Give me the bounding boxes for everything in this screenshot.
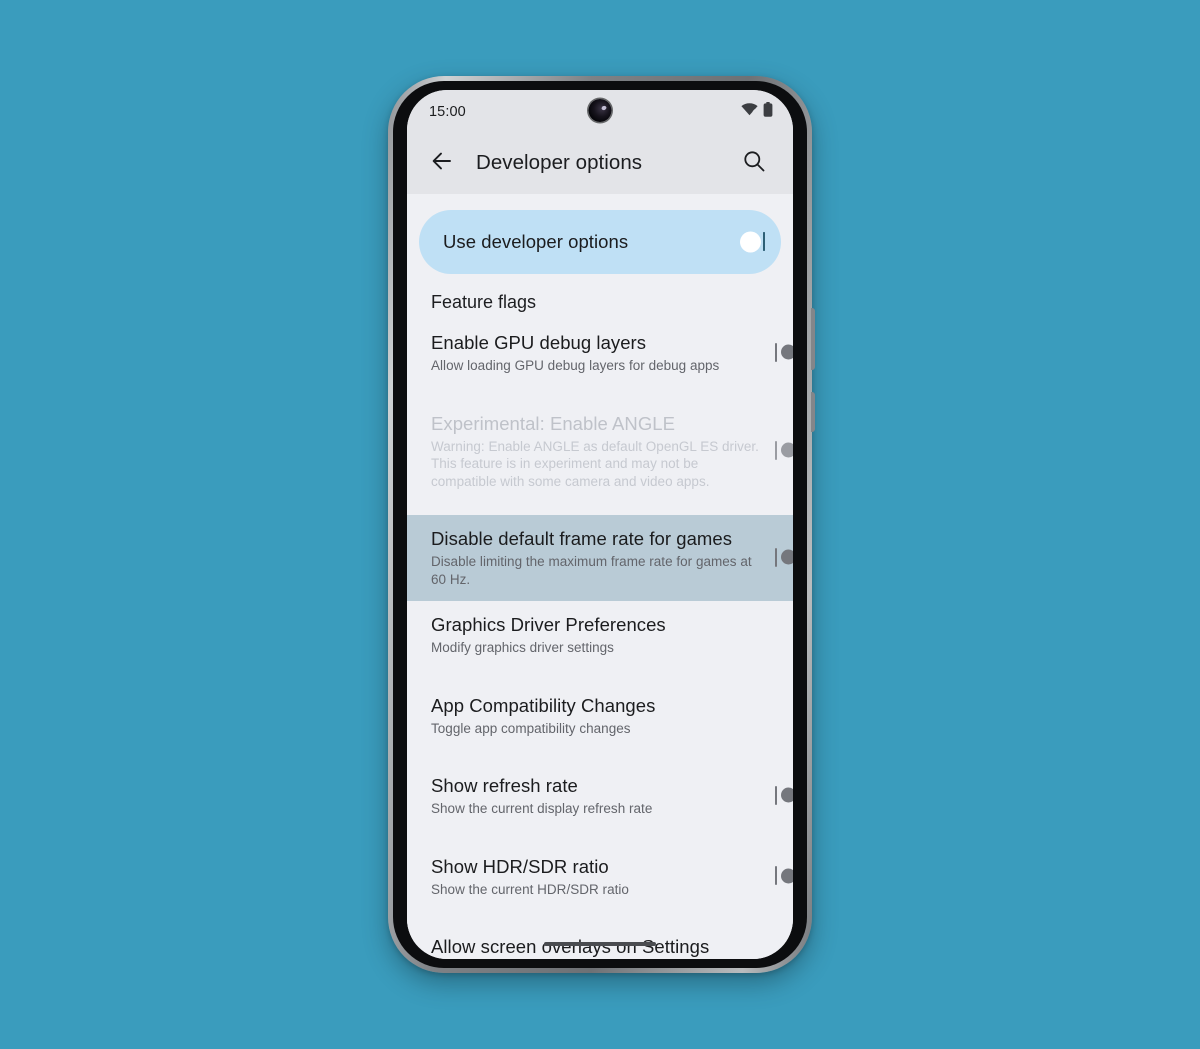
switch-track-on [740, 231, 765, 252]
power-button[interactable] [811, 308, 815, 370]
row-title: Experimental: Enable ANGLE [431, 412, 675, 434]
switch-track-off [775, 785, 793, 805]
row-subtitle: Disable limiting the maximum frame rate … [431, 554, 752, 587]
use-developer-options-row[interactable]: Use developer options [419, 210, 781, 274]
use-developer-options-switch[interactable] [740, 231, 765, 252]
volume-button[interactable] [811, 392, 815, 432]
switch-track-off-disabled [775, 440, 793, 460]
row-divider-spacer [407, 831, 793, 843]
switch-disable-default-frame-rate-for-games[interactable] [775, 547, 793, 567]
app-bar: Developer options [407, 132, 793, 194]
settings-scroll-area[interactable]: Use developer options Feature flags Enab… [407, 194, 793, 959]
setting-row-enable-gpu-debug-layers[interactable]: Enable GPU debug layers Allow loading GP… [407, 319, 793, 388]
row-title: Show refresh rate [431, 775, 578, 796]
switch-thumb [781, 344, 793, 360]
phone-device: 15:00 Developer options Use developer op… [388, 76, 815, 973]
row-title: Show HDR/SDR ratio [431, 855, 609, 877]
row-title: App Compatibility Changes [431, 694, 656, 716]
row-text: Allow screen overlays on Settings Allow … [431, 935, 775, 959]
status-bar: 15:00 [407, 90, 793, 132]
row-divider-spacer [407, 911, 793, 923]
switch-enable-gpu-debug-layers[interactable] [775, 342, 793, 362]
row-divider-spacer [407, 750, 793, 762]
switch-track-off [775, 547, 793, 567]
switch-thumb [781, 868, 793, 884]
switch-thumb [781, 549, 793, 565]
switch-thumb [740, 231, 761, 252]
row-text: Enable GPU debug layers Allow loading GP… [431, 331, 775, 375]
wifi-icon [741, 103, 758, 121]
switch-thumb [781, 957, 793, 959]
use-developer-options-label: Use developer options [443, 231, 629, 252]
row-title: Enable GPU debug layers [431, 332, 647, 353]
back-arrow-icon [430, 149, 454, 178]
section-header-feature-flags: Feature flags [431, 292, 537, 312]
switch-thumb [781, 442, 793, 458]
setting-row-app-compatibility-changes[interactable]: App Compatibility Changes Toggle app com… [407, 682, 793, 751]
switch-experimental-enable-angle [775, 440, 793, 460]
page-title: Developer options [476, 151, 643, 174]
row-text: Show HDR/SDR ratio Show the current HDR/… [431, 855, 775, 899]
row-text: Experimental: Enable ANGLE Warning: Enab… [431, 412, 775, 491]
row-divider-spacer [407, 503, 793, 515]
row-divider-spacer [407, 388, 793, 400]
row-subtitle: Warning: Enable ANGLE as default OpenGL … [431, 438, 759, 489]
setting-row-disable-default-frame-rate-for-games[interactable]: Disable default frame rate for games Dis… [407, 515, 793, 601]
setting-row-experimental-enable-angle: Experimental: Enable ANGLE Warning: Enab… [407, 400, 793, 504]
row-title: Disable default frame rate for games [431, 528, 733, 549]
row-text: Disable default frame rate for games Dis… [431, 527, 775, 588]
setting-row-show-hdr-sdr-ratio[interactable]: Show HDR/SDR ratio Show the current HDR/… [407, 843, 793, 912]
battery-icon [763, 102, 773, 122]
setting-row-show-refresh-rate[interactable]: Show refresh rate Show the current displ… [407, 762, 793, 831]
switch-allow-screen-overlays-on-settings[interactable] [775, 955, 793, 959]
row-subtitle: Show the current HDR/SDR ratio [431, 881, 629, 897]
switch-track-off [775, 866, 793, 886]
switch-track-off [775, 342, 793, 362]
switch-track-off [775, 955, 793, 959]
switch-thumb [781, 787, 793, 803]
row-subtitle: Modify graphics driver settings [431, 640, 614, 655]
row-subtitle: Allow loading GPU debug layers for debug… [431, 358, 720, 373]
front-camera-punch-hole [588, 99, 612, 122]
switch-show-hdr-sdr-ratio[interactable] [775, 866, 793, 886]
status-clock: 15:00 [429, 104, 466, 120]
row-divider-spacer [407, 670, 793, 682]
setting-row-graphics-driver-preferences[interactable]: Graphics Driver Preferences Modify graph… [407, 601, 793, 670]
row-text: App Compatibility Changes Toggle app com… [431, 694, 777, 738]
home-gesture-bar[interactable] [544, 941, 656, 946]
back-button[interactable] [421, 142, 463, 184]
status-icons [741, 100, 773, 122]
phone-screen: 15:00 Developer options Use developer op… [407, 90, 793, 959]
row-subtitle: Show the current display refresh rate [431, 801, 653, 816]
row-subtitle: Toggle app compatibility changes [431, 720, 631, 736]
row-text: Graphics Driver Preferences Modify graph… [431, 613, 777, 657]
row-title: Graphics Driver Preferences [431, 614, 666, 635]
switch-show-refresh-rate[interactable] [775, 785, 793, 805]
row-title: Allow screen overlays on Settings [431, 936, 710, 957]
search-button[interactable] [735, 144, 773, 182]
search-icon [743, 150, 765, 177]
row-text: Show refresh rate Show the current displ… [431, 774, 775, 818]
